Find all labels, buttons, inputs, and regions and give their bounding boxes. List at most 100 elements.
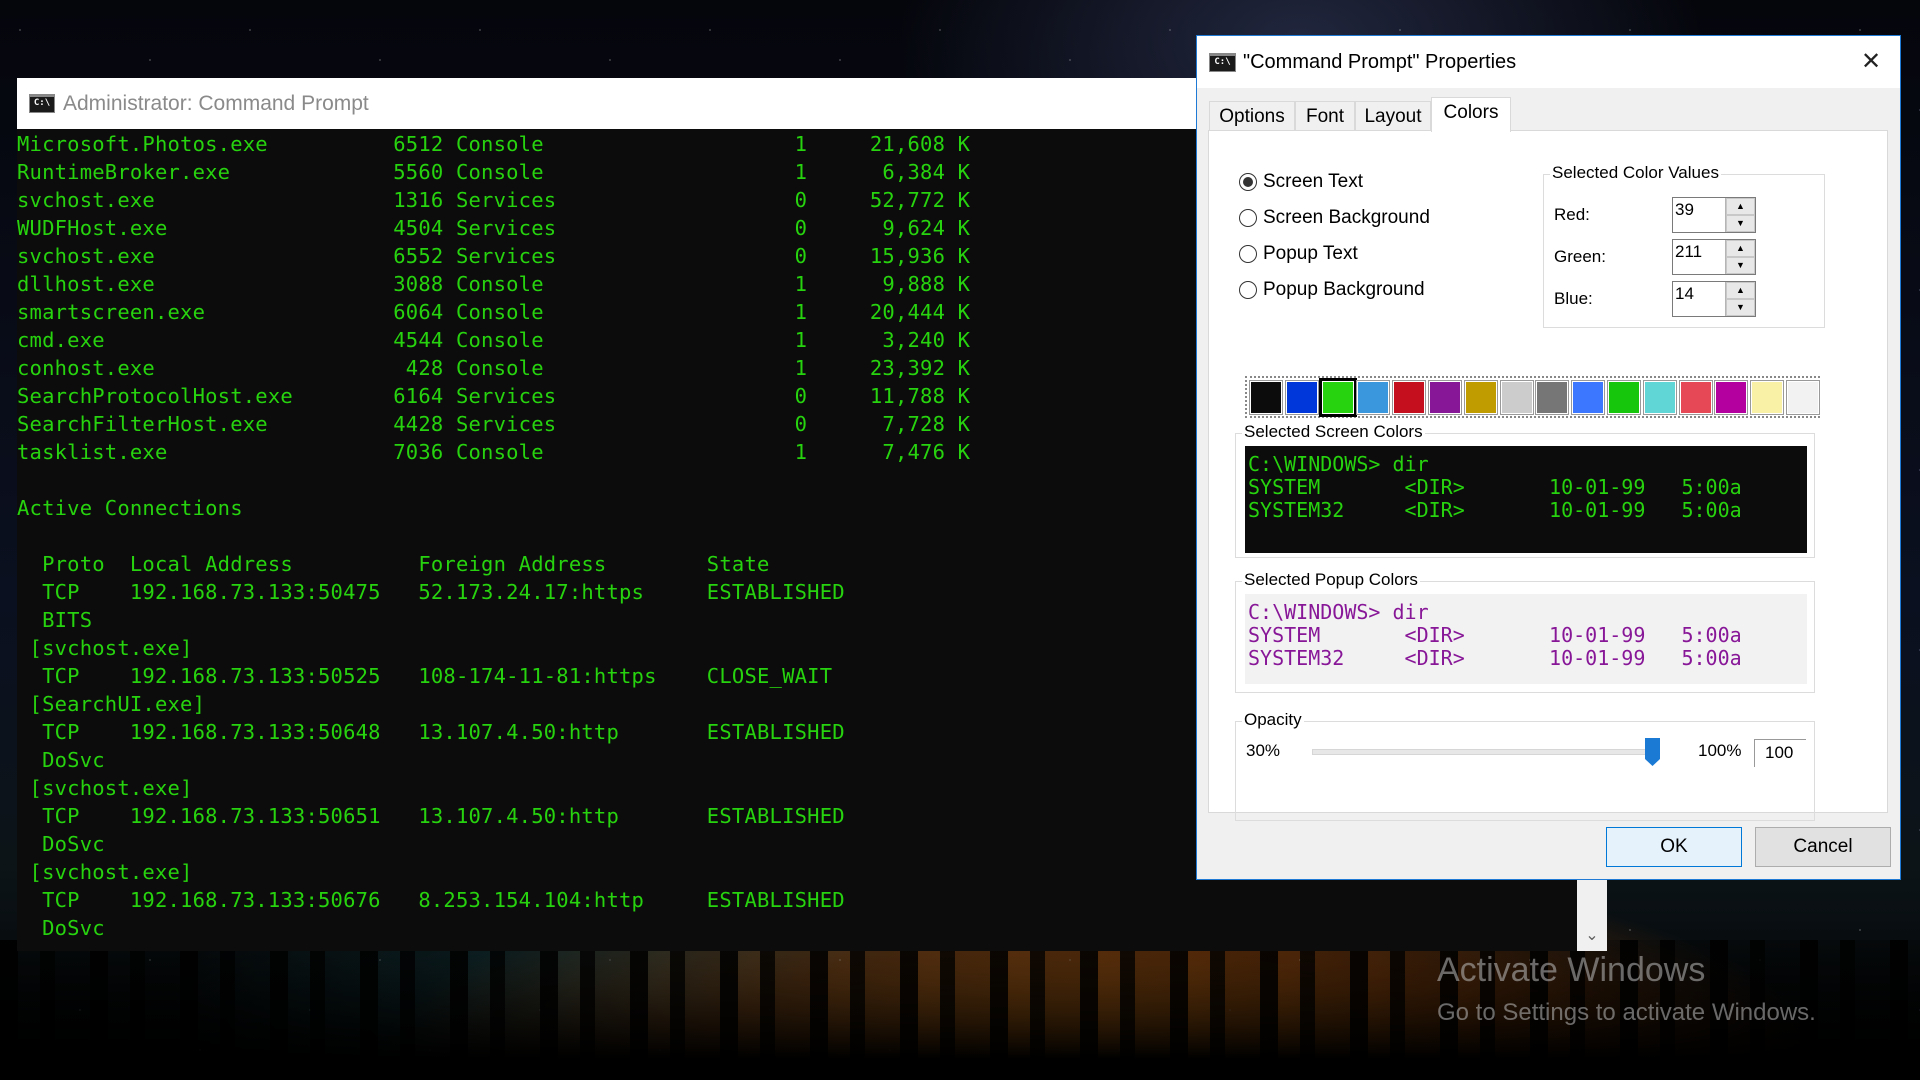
opacity-legend: Opacity [1242,710,1304,730]
spin-up-icon[interactable]: ▲ [1726,198,1755,215]
console-line: [svchost.exe] [17,860,193,884]
radio-label: Screen Text [1263,171,1363,192]
console-line: RuntimeBroker.exe 5560 Console 1 6,384 K [17,160,971,184]
color-swatch[interactable] [1750,380,1785,415]
ok-button[interactable]: OK [1606,827,1742,867]
console-line: TCP 192.168.73.133:50648 13.107.4.50:htt… [17,720,845,744]
radio-label: Popup Background [1263,279,1425,300]
radio-popup-background[interactable]: Popup Background [1239,279,1425,301]
console-title: Administrator: Command Prompt [63,91,369,115]
red-value[interactable]: 39 [1675,200,1694,220]
color-values-group: Selected Color Values Red: 39 ▲ ▼ Green: … [1543,163,1825,328]
opacity-min-label: 30% [1246,741,1281,760]
radio-indicator[interactable] [1239,281,1257,299]
console-line: dllhost.exe 3088 Console 1 9,888 K [17,272,971,296]
color-swatch[interactable] [1249,380,1283,415]
blue-spinner[interactable]: 14 ▲ ▼ [1672,281,1756,317]
tab-font[interactable]: Font [1295,101,1355,131]
radio-label: Screen Background [1263,207,1430,228]
cancel-button[interactable]: Cancel [1755,827,1891,867]
color-swatch[interactable] [1642,380,1677,415]
console-line: tasklist.exe 7036 Console 1 7,476 K [17,440,971,464]
red-spinner[interactable]: 39 ▲ ▼ [1672,197,1756,233]
console-line: SearchFilterHost.exe 4428 Services 0 7,7… [17,412,971,436]
popup-colors-legend: Selected Popup Colors [1242,570,1420,590]
color-swatch[interactable] [1392,380,1427,415]
green-label: Green: [1554,247,1606,266]
color-swatch[interactable] [1318,378,1357,417]
preview-line: SYSTEM32 <DIR> 10-01-99 5:00a [1248,646,1742,670]
radio-screen-background[interactable]: Screen Background [1239,207,1430,229]
spin-down-icon[interactable]: ▼ [1726,215,1755,232]
console-line: DoSvc [17,832,105,856]
color-swatch[interactable] [1463,380,1498,415]
radio-screen-text[interactable]: Screen Text [1239,171,1363,193]
preview-line: SYSTEM32 <DIR> 10-01-99 5:00a [1248,498,1742,522]
color-swatch[interactable] [1607,380,1641,415]
console-line: [svchost.exe] [17,776,193,800]
color-swatch[interactable] [1284,380,1319,415]
console-line: Proto Local Address Foreign Address Stat… [17,552,770,576]
blue-label: Blue: [1554,289,1593,308]
console-line: DoSvc [17,748,105,772]
console-line: [SearchUI.exe] [17,692,206,716]
console-line: cmd.exe 4544 Console 1 3,240 K [17,328,971,352]
radio-label: Popup Text [1263,243,1358,264]
green-value[interactable]: 211 [1675,242,1702,262]
color-swatch[interactable] [1678,380,1713,415]
console-line: SearchProtocolHost.exe 6164 Services 0 1… [17,384,971,408]
console-line: TCP 192.168.73.133:50651 13.107.4.50:htt… [17,804,845,828]
spin-up-icon[interactable]: ▲ [1726,240,1755,257]
watermark-subtitle: Go to Settings to activate Windows. [1437,999,1816,1026]
red-label: Red: [1554,205,1590,224]
spin-down-icon[interactable]: ▼ [1726,299,1755,316]
color-swatch[interactable] [1571,380,1606,415]
screen-colors-preview: C:\WINDOWS> dir SYSTEM <DIR> 10-01-99 5:0… [1245,446,1807,553]
console-line: Microsoft.Photos.exe 6512 Console 1 21,6… [17,132,971,156]
opacity-max-label: 100% [1698,741,1742,760]
tab-layout[interactable]: Layout [1355,101,1431,131]
dialog-title-bar[interactable]: C:\ "Command Prompt" Properties ✕ [1197,36,1900,88]
console-line: BITS [17,608,93,632]
opacity-group: Opacity 30% 100% 100 [1235,710,1815,821]
tab-options[interactable]: Options [1209,101,1295,131]
radio-popup-text[interactable]: Popup Text [1239,243,1358,265]
radio-indicator[interactable] [1239,245,1257,263]
console-line: Active Connections [17,496,243,520]
color-swatch[interactable] [1714,380,1749,415]
opacity-slider-track[interactable] [1312,749,1660,755]
color-swatch[interactable] [1535,380,1570,415]
opacity-value-input[interactable]: 100 [1754,739,1806,767]
watermark-title: Activate Windows [1437,951,1706,989]
console-line: smartscreen.exe 6064 Console 1 20,444 K [17,300,971,324]
color-swatch[interactable] [1356,380,1391,415]
radio-indicator[interactable] [1239,173,1257,191]
blue-value[interactable]: 14 [1675,284,1694,304]
console-line: TCP 192.168.73.133:50676 8.253.154.104:h… [17,888,845,912]
color-swatch[interactable] [1786,380,1820,415]
chevron-down-icon[interactable]: ⌄ [1577,925,1607,945]
radio-indicator[interactable] [1239,209,1257,227]
cmd-icon: C:\ [1209,52,1236,72]
console-line: TCP 192.168.73.133:50525 108-174-11-81:h… [17,664,833,688]
close-icon[interactable]: ✕ [1854,46,1888,78]
tab-colors[interactable]: Colors [1431,97,1511,132]
activation-watermark: Activate Windows Go to Settings to activ… [1437,950,1816,1030]
spin-down-icon[interactable]: ▼ [1726,257,1755,274]
properties-dialog[interactable]: C:\ "Command Prompt" Properties ✕ Option… [1196,35,1901,880]
color-swatch[interactable] [1499,380,1534,415]
popup-colors-group: Selected Popup Colors C:\WINDOWS> dir SYS… [1235,570,1815,693]
opacity-slider-thumb[interactable] [1645,738,1660,766]
console-line: TCP 192.168.73.133:50475 52.173.24.17:ht… [17,580,845,604]
console-line: svchost.exe 6552 Services 0 15,936 K [17,244,971,268]
color-swatch[interactable] [1428,380,1462,415]
colors-tab-panel: Screen Text Screen Background Popup Text… [1208,130,1888,821]
green-spinner[interactable]: 211 ▲ ▼ [1672,239,1756,275]
spin-up-icon[interactable]: ▲ [1726,282,1755,299]
console-line: svchost.exe 1316 Services 0 52,772 K [17,188,971,212]
color-palette [1245,376,1820,418]
console-line: WUDFHost.exe 4504 Services 0 9,624 K [17,216,971,240]
screen-colors-legend: Selected Screen Colors [1242,422,1425,442]
color-values-legend: Selected Color Values [1550,163,1721,183]
dialog-title: "Command Prompt" Properties [1243,50,1517,73]
